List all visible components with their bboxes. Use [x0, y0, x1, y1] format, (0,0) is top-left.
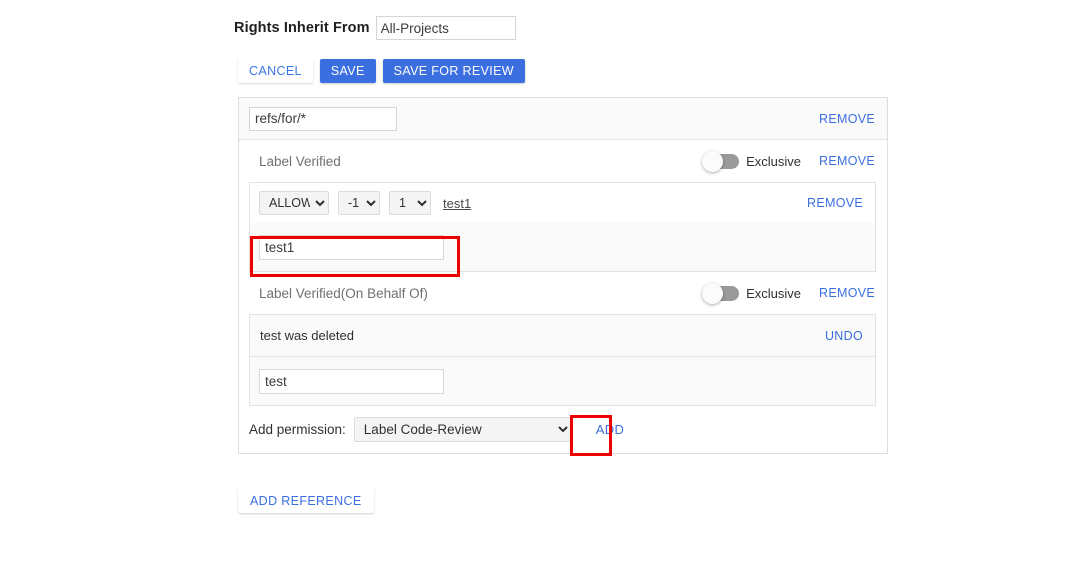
reference-row: REMOVE [239, 98, 887, 140]
group-name-input[interactable] [259, 234, 444, 260]
deleted-rule-notice: test was deleted UNDO [250, 315, 875, 357]
exclusive-control: Exclusive [702, 282, 802, 304]
permission-title: Label Verified(On Behalf Of) [259, 285, 428, 301]
rule-min-score-select[interactable]: -1 [338, 191, 380, 215]
exclusive-label: Exclusive [746, 285, 802, 301]
deleted-rule-text: test was deleted [260, 328, 354, 343]
remove-permission-button[interactable]: REMOVE [819, 154, 875, 168]
cancel-button[interactable]: CANCEL [238, 59, 313, 83]
form-action-buttons: CANCEL SAVE SAVE FOR REVIEW [238, 59, 525, 83]
exclusive-toggle[interactable] [702, 282, 740, 304]
rule-group-link[interactable]: test1 [443, 196, 471, 211]
exclusive-toggle[interactable] [702, 150, 740, 172]
rule-list-label-verified-on-behalf-of: test was deleted UNDO [249, 314, 876, 406]
access-reference-panel: REMOVE Label Verified Exclusive REMOVE A… [238, 97, 888, 454]
add-permission-select[interactable]: Label Code-Review [353, 417, 572, 442]
rule-max-score-select[interactable]: 1 [389, 191, 431, 215]
remove-rule-button[interactable]: REMOVE [807, 196, 863, 210]
rights-inherit-input[interactable] [375, 16, 516, 40]
rule-list-label-verified: ALLOW -1 1 test1 REMOVE [249, 182, 876, 272]
add-reference-wrap: ADD REFERENCE [238, 488, 374, 513]
add-permission-label: Add permission: [249, 422, 346, 437]
rights-inherit-row: Rights Inherit From [234, 16, 516, 40]
add-reference-button[interactable]: ADD REFERENCE [238, 488, 374, 513]
exclusive-label: Exclusive [746, 153, 802, 169]
rule-action-select[interactable]: ALLOW [259, 191, 329, 215]
save-button[interactable]: SAVE [319, 59, 376, 83]
group-input-row [250, 357, 875, 405]
add-permission-button[interactable]: ADD [590, 421, 630, 438]
reference-name-input[interactable] [249, 106, 397, 131]
page-root: Rights Inherit From CANCEL SAVE SAVE FOR… [0, 0, 1092, 561]
remove-permission-button[interactable]: REMOVE [819, 286, 875, 300]
permission-header-label-verified: Label Verified Exclusive REMOVE [239, 140, 887, 182]
add-permission-row: Add permission: Label Code-Review ADD [239, 406, 887, 453]
rights-inherit-label: Rights Inherit From [234, 20, 370, 36]
save-for-review-button[interactable]: SAVE FOR REVIEW [382, 59, 525, 83]
group-input-row [250, 223, 875, 271]
undo-delete-button[interactable]: UNDO [825, 329, 863, 343]
toggle-knob [702, 150, 724, 172]
rule-row: ALLOW -1 1 test1 REMOVE [250, 183, 875, 223]
permission-title: Label Verified [259, 153, 341, 169]
remove-reference-button[interactable]: REMOVE [819, 112, 875, 126]
permission-header-label-verified-on-behalf-of: Label Verified(On Behalf Of) Exclusive R… [239, 272, 887, 314]
toggle-knob [702, 282, 724, 304]
exclusive-control: Exclusive [702, 150, 802, 172]
group-name-input[interactable] [259, 368, 444, 394]
